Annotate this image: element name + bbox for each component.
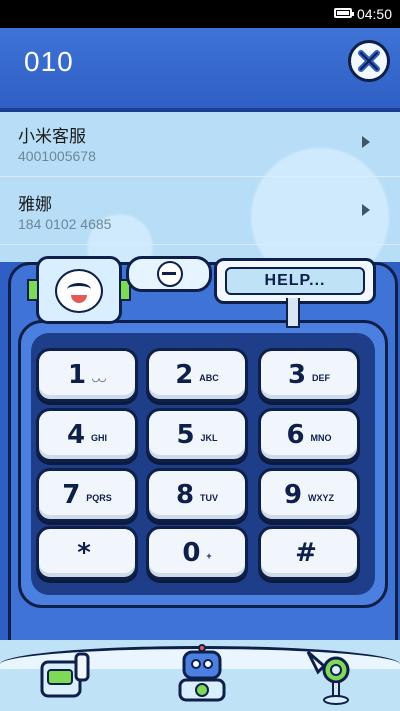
key-2[interactable]: 2 ABC [146,348,248,402]
help-text: HELP... [264,272,326,289]
chevron-right-icon[interactable] [362,136,370,148]
key-6[interactable]: 6 MNO [258,408,360,462]
bottom-toolbar [0,640,400,711]
key-0[interactable]: 0 + [146,526,248,580]
contacts-robot-icon [178,644,226,702]
close-icon [358,50,380,72]
chevron-right-icon[interactable] [362,204,370,216]
contact-phone: 184 0102 4685 [18,216,112,232]
key-8[interactable]: 8 TUV [146,468,248,522]
key-9[interactable]: 9 WXYZ [258,468,360,522]
battery-icon [334,8,354,18]
key-7[interactable]: 7 PQRS [36,468,138,522]
contact-name: 小米客服 [18,127,86,146]
call-log-robot-icon [306,650,350,705]
call-log-tab-button[interactable] [300,644,360,705]
status-bar: 04:50 [0,0,400,28]
clear-button[interactable] [348,40,390,82]
contact-item[interactable]: 雅娜 184 0102 4685 [0,180,400,245]
status-time: 04:50 [356,6,392,22]
contact-item[interactable]: 小米客服 4001005678 [0,112,400,177]
contact-suggestions: 小米客服 4001005678 雅娜 184 0102 4685 [0,112,400,262]
dial-robot-icon [40,652,90,698]
dialed-number: 010 [24,46,74,77]
contact-phone: 4001005678 [18,148,96,164]
key-hash[interactable]: # [258,526,360,580]
dial-keypad: 1 ◡◡ 2 ABC 3 DEF 4 GHI 5 JKL 6 MNO 7 PQRS 8 TUV … [28,334,372,590]
key-4[interactable]: 4 GHI [36,408,138,462]
key-3[interactable]: 3 DEF [258,348,360,402]
dial-tab-button[interactable] [36,644,96,704]
contact-name: 雅娜 [18,195,52,214]
speaker-icon [126,256,212,292]
key-star[interactable]: * [36,526,138,580]
key-5[interactable]: 5 JKL [146,408,248,462]
dialer-header: 010 [0,28,400,112]
robot-face-icon [27,256,131,324]
key-1[interactable]: 1 ◡◡ [36,348,138,402]
contacts-tab-button[interactable] [172,644,232,704]
help-sign-pole [286,298,300,328]
